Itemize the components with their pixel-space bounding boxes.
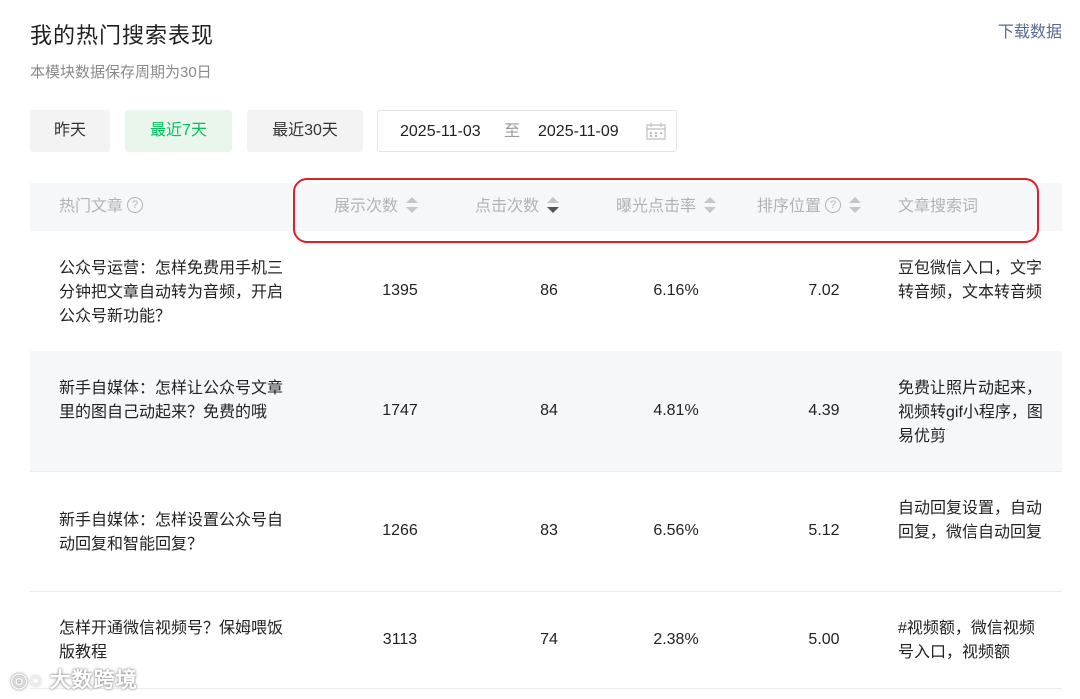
- ctr-value: 2.38%: [653, 631, 699, 648]
- search-keywords: 免费让照片动起来，视频转gif小程序，图易优剪: [898, 380, 1043, 445]
- table-row: 公众号运营：怎样免费用手机三分钟把文章自动转为音频，开启公众号新功能？ 1395…: [30, 231, 1062, 352]
- date-range-picker[interactable]: 2025-11-03 至 2025-11-09: [377, 110, 677, 152]
- search-keywords: 自动回复设置，自动回复，微信自动回复: [898, 500, 1043, 541]
- ctr-value: 4.81%: [653, 402, 699, 419]
- clicks-value: 86: [540, 282, 558, 299]
- date-start[interactable]: 2025-11-03: [400, 111, 481, 153]
- column-header-position[interactable]: 排序位置?: [757, 183, 862, 231]
- sort-icon[interactable]: [704, 195, 717, 215]
- article-title-link[interactable]: 新手自媒体：怎样设置公众号自动回复和智能回复？: [59, 509, 287, 557]
- column-header-ctr[interactable]: 曝光点击率: [616, 183, 717, 231]
- position-value: 7.02: [808, 282, 840, 299]
- position-value: 4.39: [808, 402, 840, 419]
- watermark-icon: ◎◌: [10, 669, 43, 692]
- position-value: 5.00: [808, 631, 840, 648]
- help-icon[interactable]: ?: [825, 197, 842, 214]
- help-icon[interactable]: ?: [127, 197, 144, 214]
- column-header-article: 热门文章?: [59, 183, 144, 231]
- column-header-keywords: 文章搜索词: [898, 198, 979, 215]
- clicks-value: 74: [540, 631, 558, 648]
- article-title-link[interactable]: 怎样开通微信视频号？保姆喂饭版教程: [59, 617, 287, 665]
- position-value: 5.12: [808, 522, 840, 539]
- page-title: 我的热门搜索表现: [30, 23, 215, 48]
- ctr-value: 6.56%: [653, 522, 699, 539]
- ctr-value: 6.16%: [653, 282, 699, 299]
- date-end[interactable]: 2025-11-09: [538, 111, 619, 153]
- tab-last-30-days[interactable]: 最近30天: [247, 110, 363, 152]
- table-row: 怎样开通微信视频号？保姆喂饭版教程 3113 74 2.38% 5.00 #视频…: [30, 591, 1062, 689]
- impressions-value: 1747: [382, 402, 418, 419]
- sort-desc-icon[interactable]: [547, 195, 560, 215]
- column-header-impressions[interactable]: 展示次数: [334, 183, 419, 231]
- date-separator: 至: [504, 123, 521, 140]
- clicks-value: 84: [540, 402, 558, 419]
- table-row: 新手自媒体：怎样让公众号文章里的图自己动起来？免费的哦 1747 84 4.81…: [30, 351, 1062, 472]
- tab-last-7-days[interactable]: 最近7天: [125, 110, 232, 152]
- sort-icon[interactable]: [849, 195, 862, 215]
- sort-icon[interactable]: [406, 195, 419, 215]
- column-header-clicks[interactable]: 点击次数: [475, 183, 560, 231]
- article-title-link[interactable]: 新手自媒体：怎样让公众号文章里的图自己动起来？免费的哦: [59, 377, 287, 425]
- clicks-value: 83: [540, 522, 558, 539]
- table-header: 热门文章? 展示次数 点击次数 曝光点击率 排序位置? 文章搜索词: [30, 183, 1062, 231]
- article-title-link[interactable]: 公众号运营：怎样免费用手机三分钟把文章自动转为音频，开启公众号新功能？: [59, 257, 287, 329]
- search-keywords: 豆包微信入口，文字转音频，文本转音频: [898, 260, 1043, 301]
- impressions-value: 1395: [382, 282, 418, 299]
- page-subtitle: 本模块数据保存周期为30日: [30, 64, 212, 81]
- download-data-link[interactable]: 下载数据: [998, 18, 1062, 42]
- watermark-logo: ◎◌ 大数跨境: [10, 669, 138, 692]
- impressions-value: 1266: [382, 522, 418, 539]
- calendar-icon[interactable]: [646, 123, 666, 140]
- impressions-value: 3113: [382, 631, 418, 648]
- table-row: 新手自媒体：怎样设置公众号自动回复和智能回复？ 1266 83 6.56% 5.…: [30, 471, 1062, 592]
- search-keywords: #视频额，微信视频号入口，视频额: [898, 620, 1035, 661]
- tab-yesterday[interactable]: 昨天: [30, 110, 110, 152]
